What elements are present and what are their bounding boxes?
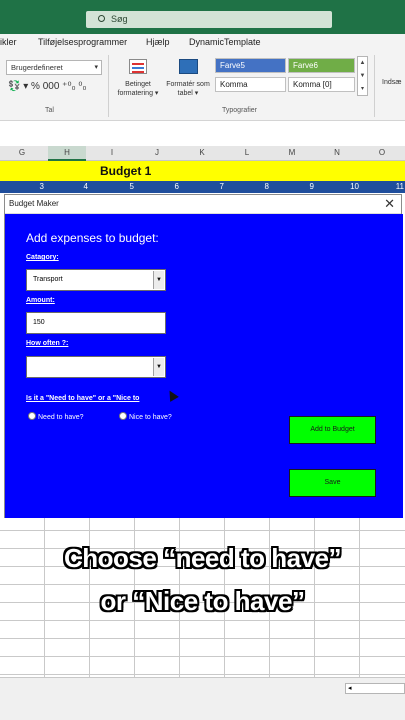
column-header[interactable]: I <box>102 148 122 157</box>
conditional-formatting-button[interactable]: Betinget formatering ▾ <box>112 80 164 98</box>
search-placeholder: Søg <box>111 14 128 24</box>
chevron-down-icon[interactable]: ▼ <box>153 271 164 289</box>
tab-ikler[interactable]: ikler <box>0 37 17 47</box>
caption-line-2: or “Nice to have” <box>100 586 305 616</box>
column-header[interactable]: J <box>147 148 167 157</box>
budget-maker-dialog: Budget Maker ✕ Add expenses to budget: C… <box>4 194 403 518</box>
ribbon: Brugerdefineret ▾ 💱 ▾ % 000 ⁺⁰₀ ⁰₀ Tal B… <box>0 51 405 121</box>
budget-title-row[interactable]: Budget 1 <box>0 161 405 181</box>
style-komma-0[interactable]: Komma [0] <box>288 77 355 92</box>
ribbon-divider <box>374 55 375 117</box>
amount-field[interactable]: 150 <box>26 312 166 334</box>
radio-circle-icon <box>119 412 127 420</box>
column-header[interactable]: G <box>12 148 32 157</box>
ribbon-divider <box>108 55 109 117</box>
insert-button[interactable]: Indsæ <box>382 79 401 86</box>
number-cell: 10 <box>350 182 359 191</box>
style-farve6[interactable]: Farve6 <box>288 58 355 73</box>
budget-title-cell: Budget 1 <box>100 164 152 178</box>
save-button[interactable]: Save <box>289 469 376 497</box>
dialog-heading: Add expenses to budget: <box>26 231 159 245</box>
number-cell: 3 <box>39 182 44 191</box>
column-header[interactable]: K <box>192 148 212 157</box>
category-combobox[interactable]: Transport ▼ <box>26 269 166 291</box>
search-icon <box>98 15 105 23</box>
category-label: Catagory: <box>26 254 59 261</box>
column-header[interactable]: O <box>372 148 392 157</box>
number-header-row[interactable]: 3 4 5 6 7 8 9 10 11 <box>0 181 405 193</box>
format-as-table-icon[interactable] <box>179 59 198 74</box>
column-header[interactable]: H <box>57 148 77 157</box>
format-as-table-button[interactable]: Formatér som tabel ▾ <box>164 80 212 98</box>
tab-dynamictemplate[interactable]: DynamicTemplate <box>189 37 261 47</box>
add-to-budget-button[interactable]: Add to Budget <box>289 416 376 444</box>
style-farve5[interactable]: Farve5 <box>215 58 286 73</box>
need-or-nice-label: Is it a "Need to have" or a "Nice to <box>26 395 140 402</box>
radio-need-to-have[interactable]: Need to have? <box>28 412 84 421</box>
radio-nice-to-have[interactable]: Nice to have? <box>119 412 172 421</box>
excel-window: Søg ikler Tilføjelsesprogrammer Hjælp Dy… <box>0 0 405 720</box>
number-cell: 9 <box>309 182 314 191</box>
title-bar: Søg <box>0 0 405 34</box>
number-cell: 6 <box>174 182 179 191</box>
status-bar: ◂ <box>0 677 405 720</box>
chevron-down-icon[interactable]: ▼ <box>153 358 164 376</box>
styles-group-label: Typografier <box>222 107 258 114</box>
number-cell: 11 <box>395 182 404 191</box>
number-cell: 7 <box>219 182 224 191</box>
column-headers: G H I J K L M N O <box>0 146 405 161</box>
conditional-formatting-icon[interactable] <box>129 59 147 74</box>
mouse-pointer-icon <box>165 388 179 402</box>
number-cell: 8 <box>264 182 269 191</box>
radio-nice-label: Nice to have? <box>129 413 172 421</box>
number-cell: 4 <box>83 182 88 191</box>
dialog-body: Add expenses to budget: Catagory: Transp… <box>5 214 403 518</box>
dialog-titlebar[interactable]: Budget Maker ✕ <box>5 195 401 214</box>
amount-label: Amount: <box>26 297 55 304</box>
caption-line-1: Choose “need to have” <box>64 543 342 573</box>
number-group-label: Tal <box>45 107 54 114</box>
tab-addins[interactable]: Tilføjelsesprogrammer <box>38 37 127 47</box>
dialog-title: Budget Maker <box>9 199 59 208</box>
column-header[interactable]: M <box>282 148 302 157</box>
styles-gallery-scroll[interactable]: ▲ ▼ ▾ <box>357 56 368 96</box>
horizontal-scrollbar[interactable]: ◂ <box>345 683 405 694</box>
radio-need-label: Need to have? <box>38 413 84 421</box>
radio-circle-icon <box>28 412 36 420</box>
style-komma[interactable]: Komma <box>215 77 286 92</box>
number-format-value: Brugerdefineret <box>11 63 63 72</box>
ribbon-tabs: ikler Tilføjelsesprogrammer Hjælp Dynami… <box>0 34 405 51</box>
number-format-buttons[interactable]: 💱 ▾ % 000 ⁺⁰₀ ⁰₀ <box>8 81 87 92</box>
column-header[interactable]: N <box>327 148 347 157</box>
tab-help[interactable]: Hjælp <box>146 37 170 47</box>
column-header[interactable]: L <box>237 148 257 157</box>
number-format-select[interactable]: Brugerdefineret ▾ <box>6 60 102 75</box>
category-value: Transport <box>33 276 63 283</box>
how-often-label: How often ?: <box>26 340 69 347</box>
number-cell: 5 <box>129 182 134 191</box>
search-box[interactable]: Søg <box>86 11 332 28</box>
how-often-combobox[interactable]: ▼ <box>26 356 166 378</box>
close-icon[interactable]: ✕ <box>384 196 395 212</box>
chevron-down-icon: ▾ <box>94 64 98 71</box>
